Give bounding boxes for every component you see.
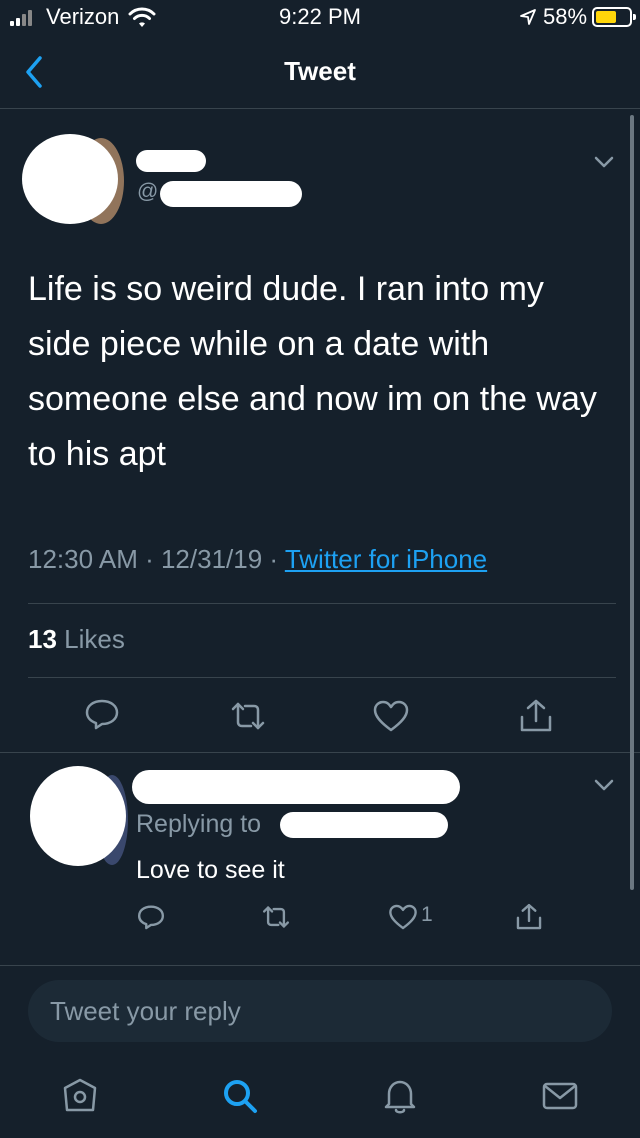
compose-divider [0, 965, 640, 966]
reply-avatar[interactable] [30, 766, 126, 866]
like-icon[interactable] [372, 697, 410, 735]
tweet-divider [0, 752, 640, 753]
replying-to-label: Replying to [136, 810, 262, 838]
redacted-handle [160, 181, 302, 207]
meta-separator: · [262, 544, 285, 574]
page-title: Tweet [284, 56, 356, 86]
messages-icon[interactable] [540, 1076, 580, 1116]
status-bar: Verizon 9:22 PM 58% [0, 0, 640, 36]
nav-divider [0, 108, 640, 109]
tweet-date: 12/31/19 [160, 544, 263, 574]
notifications-icon[interactable] [380, 1076, 420, 1116]
tweet-metadata: 12:30 AM · 12/31/19 · Twitter for iPhone [28, 544, 487, 575]
meta-divider [28, 603, 616, 604]
home-icon[interactable] [60, 1076, 100, 1116]
likes-label: Likes [56, 624, 125, 654]
likes-divider [28, 677, 616, 678]
search-icon[interactable] [220, 1076, 260, 1116]
share-icon[interactable] [517, 697, 555, 735]
likes-count: 13 [28, 624, 57, 654]
tweet-avatar[interactable] [22, 134, 118, 224]
chevron-down-icon[interactable] [593, 155, 615, 169]
handle-prefix: @ [137, 180, 159, 203]
scrollbar[interactable] [630, 115, 634, 890]
meta-separator: · [137, 544, 161, 574]
reply-input[interactable] [28, 980, 612, 1042]
reply-icon[interactable] [83, 695, 121, 733]
reply-icon[interactable] [136, 902, 166, 932]
tweet-text: Life is so weird dude. I ran into my sid… [28, 270, 597, 473]
location-arrow-icon [520, 9, 536, 25]
tweet-time: 12:30 AM [28, 544, 138, 574]
redacted-replying-handle[interactable] [280, 812, 448, 838]
like-icon[interactable] [388, 902, 418, 932]
likes-count-row[interactable]: 13 Likes [28, 624, 125, 655]
battery-icon [592, 7, 636, 27]
redacted-display-name [136, 150, 206, 172]
chevron-down-icon[interactable] [593, 778, 615, 792]
reply-text: Love to see it [136, 856, 285, 884]
tweet-source-link[interactable]: Twitter for iPhone [285, 544, 487, 574]
retweet-icon[interactable] [261, 902, 291, 932]
redacted-reply-name [132, 770, 460, 804]
retweet-icon[interactable] [229, 697, 267, 735]
reply-like-count: 1 [421, 903, 433, 926]
share-icon[interactable] [514, 902, 544, 932]
battery-percent: 58% [543, 4, 588, 29]
